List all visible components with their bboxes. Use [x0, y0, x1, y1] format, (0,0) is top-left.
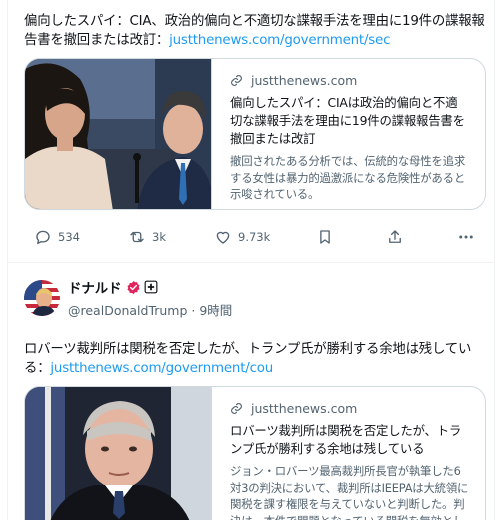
post-body-line2: る： — [24, 361, 51, 376]
author-name-row[interactable]: ドナルド — [68, 277, 158, 297]
link-card[interactable]: justthenews.com 偏向したスパイ：CIAは政治的偏向と不適切な諜報… — [24, 58, 486, 210]
reply-count: 534 — [58, 230, 80, 244]
verified-badge-icon[interactable] — [126, 280, 141, 295]
timeline-right-border — [494, 0, 495, 520]
link-icon — [231, 402, 242, 414]
link-card[interactable]: justthenews.com ロバーツ裁判所は関税を否定したが、トランプ氏が勝… — [24, 386, 486, 520]
reply-button[interactable]: 534 — [34, 224, 80, 250]
timeline-left-border — [7, 0, 8, 520]
more-icon — [459, 235, 473, 239]
card-title: ロバーツ裁判所は関税を否定したが、トランプ氏が勝利する余地は残している — [230, 423, 462, 456]
post-action-bar: 534 3k 9.73k — [24, 224, 486, 250]
post-text: ロバーツ裁判所は関税を否定したが、トランプ氏が勝利する余地は残してい る：jus… — [24, 340, 486, 378]
more-button[interactable] — [456, 224, 482, 250]
repost-button[interactable]: 3k — [128, 224, 166, 250]
card-thumbnail[interactable] — [25, 387, 211, 520]
card-body[interactable]: justthenews.com 偏向したスパイ：CIAは政治的偏向と不適切な諜報… — [211, 59, 485, 209]
bookmark-button[interactable] — [316, 224, 340, 250]
post-time[interactable]: 9時間 — [199, 303, 232, 318]
meta-separator: · — [187, 303, 200, 318]
post-link[interactable]: justthenews.com/government/sec — [169, 33, 390, 48]
card-description: 撤回されたある分析では、伝統的な母性を追求する女性は暴力的過激派になる危険性があ… — [230, 154, 466, 201]
share-button[interactable] — [386, 224, 410, 250]
card-description: ジョン・ロバーツ最高裁判所長官が執筆した6対3の判決において、裁判所はIEEPA… — [230, 464, 469, 520]
post-link[interactable]: justthenews.com/government/cou — [50, 361, 273, 376]
avatar[interactable] — [24, 280, 60, 316]
post-divider — [7, 262, 495, 263]
card-thumbnail[interactable] — [25, 59, 211, 209]
card-domain: justthenews.com — [251, 72, 358, 88]
share-icon — [389, 230, 401, 243]
card-domain-row: justthenews.com — [230, 399, 469, 417]
card-domain-row: justthenews.com — [230, 71, 469, 89]
repost-count: 3k — [152, 230, 166, 244]
author-name[interactable]: ドナルド — [68, 277, 122, 297]
affiliate-badge-icon[interactable] — [144, 280, 158, 294]
like-button[interactable]: 9.73k — [214, 224, 270, 250]
like-icon — [216, 231, 230, 244]
author-handle[interactable]: @realDonaldTrump — [68, 303, 187, 318]
bookmark-icon — [320, 230, 330, 244]
like-count: 9.73k — [238, 230, 271, 244]
post-text: 偏向したスパイ：CIA、政治的偏向と不適切な諜報手法を理由に19件の諜報報告書を… — [24, 12, 486, 50]
reply-icon — [36, 230, 50, 245]
card-domain: justthenews.com — [251, 400, 358, 416]
card-title: 偏向したスパイ：CIAは政治的偏向と不適切な諜報手法を理由に19件の諜報報告書を… — [230, 95, 465, 146]
repost-icon — [130, 231, 144, 243]
author-meta: @realDonaldTrump · 9時間 — [68, 300, 232, 319]
card-body[interactable]: justthenews.com ロバーツ裁判所は関税を否定したが、トランプ氏が勝… — [211, 387, 485, 520]
link-icon — [231, 74, 242, 86]
post-body-line1: ロバーツ裁判所は関税を否定したが、トランプ氏が勝利する余地は残してい — [24, 342, 472, 357]
